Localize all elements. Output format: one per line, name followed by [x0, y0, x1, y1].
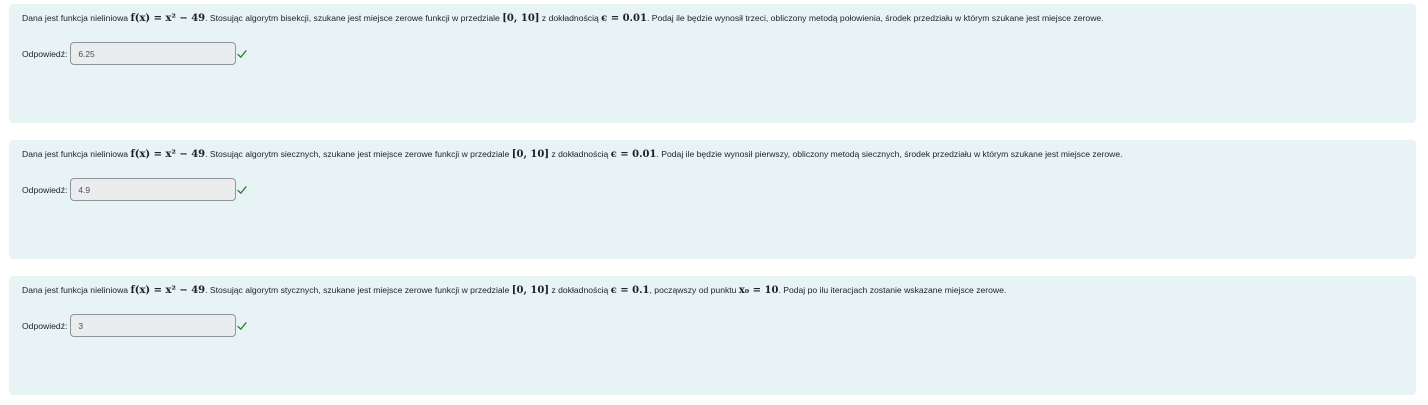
answer-input-3[interactable]: 3 [70, 314, 237, 337]
question-text-1: Dana jest funkcja nieliniowa f(x) = x² −… [22, 11, 1104, 26]
epsilon-expression: ϵ = 0.01 [601, 13, 647, 24]
question-text-2: Dana jest funkcja nieliniowa f(x) = x² −… [22, 147, 1123, 162]
answer-label: Odpowiedź: [22, 320, 68, 331]
interval-expression: [0, 10] [511, 149, 550, 160]
answer-value: 3 [78, 320, 84, 331]
epsilon-expression: ϵ = 0.1 [610, 285, 650, 296]
answer-label: Odpowiedź: [22, 48, 68, 59]
question-card-1: Dana jest funkcja nieliniowa f(x) = x² −… [9, 4, 1416, 123]
question-prefix: Dana jest funkcja nieliniowa [22, 149, 131, 159]
answer-label: Odpowiedź: [22, 184, 68, 195]
question-prefix: Dana jest funkcja nieliniowa [22, 13, 131, 23]
answer-value: 6.25 [78, 48, 95, 59]
question-text-part: . Stosując algorytm siecznych, szukane j… [205, 149, 512, 159]
start-point-expression: x₀ = 10 [738, 285, 779, 296]
epsilon-expression: ϵ = 0.01 [610, 149, 657, 160]
question-text-part: z dokładnością [549, 149, 611, 159]
quiz-page: Dana jest funkcja nieliniowa f(x) = x² −… [0, 0, 1428, 405]
function-expression: f(x) = x² − 49 [130, 149, 206, 160]
answer-value: 4.9 [78, 184, 91, 195]
question-text-part: . Stosując algorytm bisekcji, szukane je… [205, 13, 503, 23]
question-card-2: Dana jest funkcja nieliniowa f(x) = x² −… [9, 140, 1416, 259]
question-text-part: , począwszy od punktu [649, 285, 739, 295]
answer-input-2[interactable]: 4.9 [70, 178, 237, 201]
interval-expression: [0, 10] [502, 13, 540, 24]
question-card-3: Dana jest funkcja nieliniowa f(x) = x² −… [9, 276, 1416, 395]
interval-expression: [0, 10] [511, 285, 550, 296]
question-text-part: z dokładnością [549, 285, 611, 295]
check-icon [237, 321, 248, 330]
question-prefix: Dana jest funkcja nieliniowa [22, 285, 131, 295]
question-suffix: . Podaj ile będzie wynosił trzeci, oblic… [646, 13, 1104, 23]
function-expression: f(x) = x² − 49 [130, 285, 206, 296]
answer-row-3: Odpowiedź: 3 [22, 314, 248, 337]
answer-input-1[interactable]: 6.25 [70, 42, 237, 65]
question-suffix: . Podaj ile będzie wynosił pierwszy, obl… [656, 149, 1123, 159]
question-text-part: z dokładnością [539, 13, 602, 23]
check-icon [237, 49, 248, 58]
answer-row-2: Odpowiedź: 4.9 [22, 178, 248, 201]
check-icon [237, 185, 248, 194]
question-suffix: . Podaj po ilu iteracjach zostanie wskaz… [778, 285, 1007, 295]
function-expression: f(x) = x² − 49 [130, 13, 206, 24]
question-text-3: Dana jest funkcja nieliniowa f(x) = x² −… [22, 283, 1006, 298]
question-text-part: . Stosując algorytm stycznych, szukane j… [205, 285, 512, 295]
answer-row-1: Odpowiedź: 6.25 [22, 42, 248, 65]
